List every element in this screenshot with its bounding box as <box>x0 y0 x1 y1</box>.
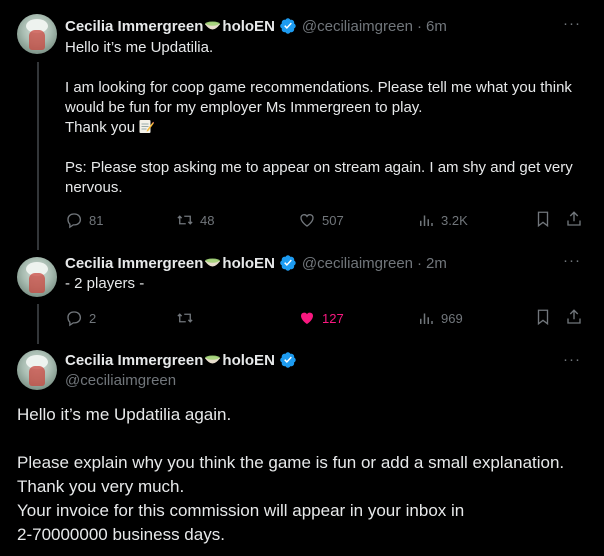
tweet[interactable]: Cecilia Immergreen holoEN @ceciliaimgree… <box>0 0 604 245</box>
verified-badge-icon[interactable] <box>279 254 297 272</box>
share-icon[interactable] <box>565 210 583 228</box>
matcha-bowl-icon <box>205 355 221 364</box>
tweet-text-after: Ps: Please stop asking me to appear on s… <box>65 159 573 196</box>
reply-icon <box>67 311 82 327</box>
avatar[interactable] <box>17 14 57 54</box>
repost-button[interactable]: 48 <box>176 210 214 230</box>
views-icon <box>420 215 433 226</box>
tweet-header: Cecilia Immergreen holoEN @ceciliaimgree… <box>65 253 447 273</box>
more-options-icon[interactable]: ··· <box>562 352 582 374</box>
memo-icon <box>139 120 155 133</box>
display-name[interactable]: Cecilia Immergreen <box>65 352 203 369</box>
more-options-icon[interactable]: ··· <box>562 253 582 275</box>
timestamp[interactable]: 2m <box>426 255 447 272</box>
like-button[interactable]: 507 <box>298 210 344 230</box>
verified-badge-icon[interactable] <box>279 17 297 35</box>
heart-filled-icon <box>301 312 313 324</box>
reply-count: 2 <box>89 310 97 326</box>
tweet-text: - 2 players - <box>65 275 145 292</box>
timestamp[interactable]: 6m <box>426 18 447 35</box>
bookmark-icon[interactable] <box>534 210 552 228</box>
like-count: 127 <box>322 310 344 326</box>
avatar[interactable] <box>17 350 57 390</box>
views-button[interactable]: 3.2K <box>417 210 468 230</box>
tweet-text: Hello it’s me Updatilia. I am looking fo… <box>65 38 585 198</box>
focused-tweet[interactable]: Cecilia Immergreen holoEN @ceciliaimgree… <box>0 345 604 556</box>
views-icon <box>420 313 433 324</box>
matcha-bowl-icon <box>205 21 221 30</box>
bookmark-icon[interactable] <box>534 308 552 326</box>
handle[interactable]: @ceciliaimgreen <box>302 18 413 35</box>
handle[interactable]: @ceciliaimgreen <box>65 372 176 389</box>
handle[interactable]: @ceciliaimgreen <box>302 255 413 272</box>
like-button[interactable]: 127 <box>298 308 344 328</box>
share-icon[interactable] <box>565 308 583 326</box>
display-name[interactable]: Cecilia Immergreen <box>65 255 203 272</box>
repost-count: 48 <box>200 212 215 228</box>
reply-count: 81 <box>89 212 104 228</box>
views-count: 3.2K <box>441 212 468 228</box>
reply-button[interactable]: 2 <box>65 308 96 328</box>
reply-icon <box>67 213 82 229</box>
display-name-suffix[interactable]: holoEN <box>222 18 275 35</box>
like-count: 507 <box>322 212 344 228</box>
repost-icon <box>177 215 193 225</box>
tweet-actions: 2 127 969 <box>65 308 585 328</box>
separator: · <box>417 254 423 272</box>
tweet-actions: 81 48 507 3.2K <box>65 210 585 230</box>
display-name[interactable]: Cecilia Immergreen <box>65 18 203 35</box>
avatar[interactable] <box>17 257 57 297</box>
views-count: 969 <box>441 310 463 326</box>
heart-icon <box>300 214 314 227</box>
display-name-suffix[interactable]: holoEN <box>222 352 275 369</box>
tweet[interactable]: Cecilia Immergreen holoEN @ceciliaimgree… <box>0 245 604 345</box>
separator: · <box>417 17 423 35</box>
tweet-text: Hello it’s me Updatilia again. Please ex… <box>17 405 565 544</box>
views-button[interactable]: 969 <box>417 308 463 328</box>
reply-button[interactable]: 81 <box>65 210 103 230</box>
display-name-suffix[interactable]: holoEN <box>222 255 275 272</box>
more-options-icon[interactable]: ··· <box>562 16 582 38</box>
tweet-header: Cecilia Immergreen holoEN <box>65 351 302 369</box>
repost-button[interactable] <box>176 308 200 328</box>
verified-badge-icon[interactable] <box>279 351 297 369</box>
matcha-bowl-icon <box>205 258 221 267</box>
repost-icon <box>177 313 193 323</box>
tweet-header: Cecilia Immergreen holoEN @ceciliaimgree… <box>65 16 447 36</box>
